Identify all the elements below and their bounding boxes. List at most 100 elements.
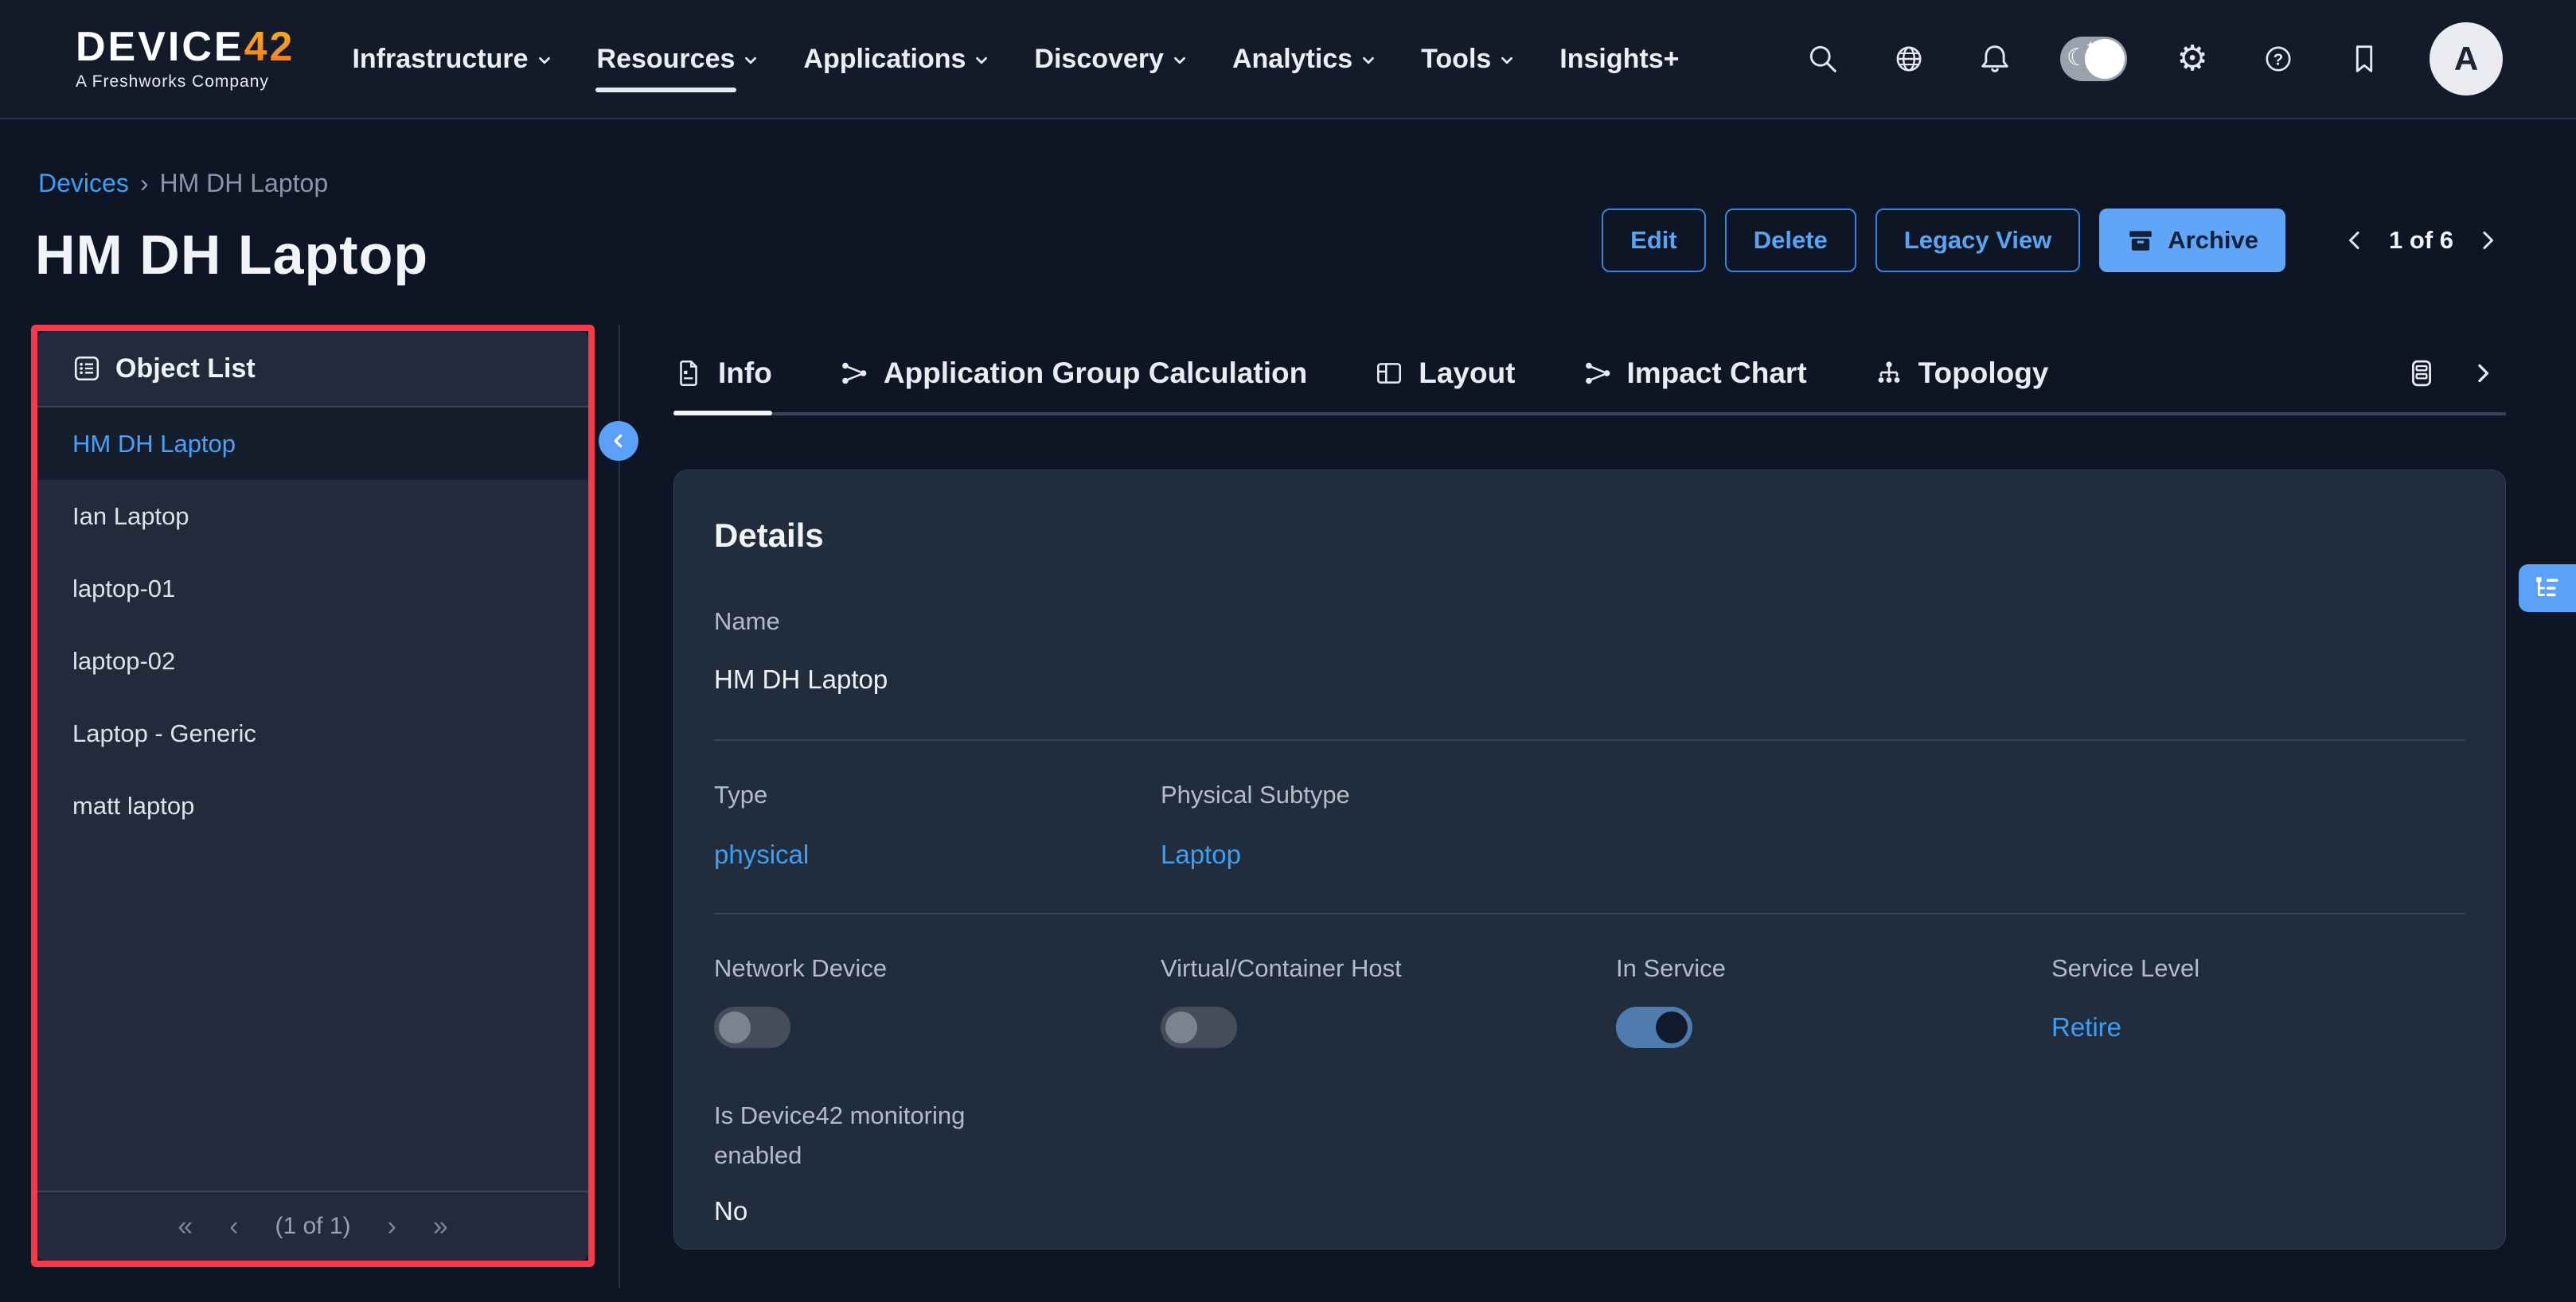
list-item-laptop-01[interactable]: laptop-01 (37, 552, 588, 625)
tab-topology[interactable]: Topology (1874, 334, 2049, 412)
menu-resources[interactable]: Resources (595, 33, 761, 86)
avatar-initial: A (2454, 40, 2478, 78)
user-avatar[interactable]: A (2430, 22, 2503, 96)
tabs-scroll-right-icon[interactable] (2471, 361, 2495, 385)
object-list-title: Object List (115, 353, 256, 384)
toggle-knob (719, 1012, 751, 1043)
name-label: Name (714, 607, 2465, 636)
physical-subtype-value-link[interactable]: Laptop (1161, 840, 1241, 869)
page-title: HM DH Laptop (35, 223, 428, 287)
list-item-laptop-generic[interactable]: Laptop - Generic (37, 697, 588, 770)
virtual-container-host-label: Virtual/Container Host (1161, 954, 1616, 983)
device42-logo[interactable]: DEVICE42 A Freshworks Company (76, 26, 295, 92)
tab-layout[interactable]: Layout (1374, 334, 1515, 412)
chevron-down-icon (1499, 49, 1515, 68)
object-list: HM DH Laptop Ian Laptop laptop-01 laptop… (37, 407, 588, 842)
bookmark-icon[interactable] (2344, 38, 2385, 80)
menu-tools[interactable]: Tools (1419, 33, 1516, 86)
layout-grid-icon (1374, 358, 1404, 388)
menu-tools-label: Tools (1421, 44, 1491, 75)
topology-tree-icon (1874, 358, 1904, 388)
menu-infrastructure[interactable]: Infrastructure (350, 33, 553, 86)
menu-discovery[interactable]: Discovery (1032, 33, 1189, 86)
settings-gear-icon[interactable]: ⚙ (2172, 38, 2213, 80)
tab-overflow-group (2407, 359, 2506, 388)
toggle-knob (1165, 1012, 1197, 1043)
menu-resources-label: Resources (597, 44, 736, 75)
nav-utility-cluster: ☾ ✦ ⚙ ? A (1802, 22, 2503, 96)
chevron-left-icon (609, 431, 628, 450)
service-level-value-link[interactable]: Retire (2051, 1012, 2121, 1042)
logo-tagline: A Freshworks Company (76, 72, 295, 92)
breadcrumb-current: HM DH Laptop (159, 169, 328, 198)
object-list-icon (72, 354, 101, 383)
dark-mode-toggle[interactable]: ☾ ✦ (2060, 37, 2127, 81)
list-item-matt-laptop[interactable]: matt laptop (37, 770, 588, 842)
menu-discovery-label: Discovery (1034, 44, 1164, 75)
monitoring-value: No (714, 1196, 2465, 1226)
logo-wordmark: DEVICE42 (76, 26, 295, 68)
prev-page-icon[interactable]: ‹ (229, 1211, 238, 1242)
tree-list-icon (2532, 573, 2562, 603)
menu-infrastructure-label: Infrastructure (352, 44, 528, 75)
breadcrumb: Devices › HM DH Laptop (38, 169, 328, 198)
list-item-ian-laptop[interactable]: Ian Laptop (37, 480, 588, 552)
name-value: HM DH Laptop (714, 665, 2465, 695)
in-service-label: In Service (1616, 954, 2051, 983)
prev-record-icon[interactable] (2343, 228, 2367, 252)
in-service-toggle[interactable] (1616, 1007, 1692, 1048)
info-document-icon (673, 358, 704, 388)
flags-row-values: Retire (714, 1007, 2465, 1048)
delete-button[interactable]: Delete (1725, 209, 1856, 272)
main-menu: Infrastructure Resources Applications Di… (350, 33, 1680, 86)
network-device-toggle[interactable] (714, 1007, 790, 1048)
legacy-view-button[interactable]: Legacy View (1875, 209, 2081, 272)
next-record-icon[interactable] (2476, 228, 2500, 252)
next-page-icon[interactable]: › (388, 1211, 396, 1242)
collapse-sidebar-button[interactable] (599, 421, 638, 461)
menu-analytics-label: Analytics (1232, 44, 1352, 75)
flags-row-labels: Network Device Virtual/Container Host In… (714, 954, 2465, 983)
record-pager: 1 of 6 (2343, 226, 2500, 255)
help-icon[interactable]: ? (2258, 38, 2299, 80)
list-item-laptop-02[interactable]: laptop-02 (37, 625, 588, 697)
record-pager-label: 1 of 6 (2389, 226, 2453, 255)
rack-tab-icon[interactable] (2407, 359, 2436, 388)
menu-insights[interactable]: Insights+ (1558, 33, 1680, 86)
impact-chart-icon (1583, 358, 1613, 388)
tab-impact-chart[interactable]: Impact Chart (1583, 334, 1807, 412)
chevron-down-icon (1360, 49, 1376, 68)
globe-icon[interactable] (1888, 38, 1930, 80)
details-title: Details (714, 517, 2465, 555)
menu-insights-label: Insights+ (1559, 44, 1679, 75)
network-device-label: Network Device (714, 954, 1161, 983)
divider (714, 739, 2465, 741)
details-card: Details Name HM DH Laptop Type Physical … (673, 470, 2506, 1249)
last-page-icon[interactable]: » (433, 1211, 448, 1242)
menu-applications[interactable]: Applications (802, 33, 991, 86)
toggle-knob (2085, 39, 2125, 79)
object-list-pagination: « ‹ (1 of 1) › » (37, 1191, 588, 1261)
type-value-link[interactable]: physical (714, 840, 809, 869)
tab-info[interactable]: Info (673, 334, 772, 412)
device42-app: DEVICE42 A Freshworks Company Infrastruc… (0, 0, 2576, 1302)
edit-button[interactable]: Edit (1602, 209, 1706, 272)
tab-application-group-calculation[interactable]: Application Group Calculation (839, 334, 1307, 412)
type-label: Type (714, 781, 1161, 809)
first-page-icon[interactable]: « (178, 1211, 193, 1242)
logo-brand-text: DEVICE (76, 24, 244, 70)
search-icon[interactable] (1802, 38, 1844, 80)
menu-analytics[interactable]: Analytics (1231, 33, 1378, 86)
breadcrumb-devices-link[interactable]: Devices (38, 169, 129, 198)
device-actions: Edit Delete Legacy View Archive 1 of 6 (1602, 209, 2500, 272)
type-row-labels: Type Physical Subtype (714, 781, 2465, 809)
tree-view-button[interactable] (2519, 564, 2576, 612)
archive-button[interactable]: Archive (2099, 209, 2285, 272)
list-item-hm-dh-laptop[interactable]: HM DH Laptop (37, 407, 588, 480)
menu-applications-label: Applications (803, 44, 966, 75)
virtual-container-host-toggle[interactable] (1161, 1007, 1237, 1048)
panel-divider-line (619, 325, 620, 1288)
top-nav: DEVICE42 A Freshworks Company Infrastruc… (0, 0, 2576, 119)
notifications-bell-icon[interactable] (1974, 38, 2016, 80)
svg-text:?: ? (2274, 51, 2284, 69)
